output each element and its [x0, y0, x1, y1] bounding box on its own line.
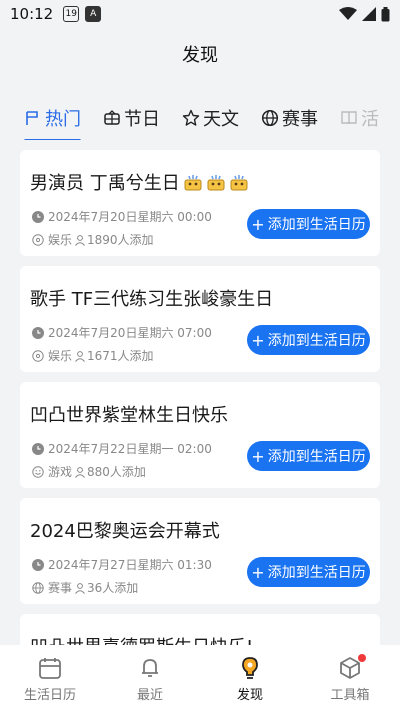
game-smiley-icon [32, 465, 44, 478]
event-datetime: 2024年7月20日星期六 07:00 [48, 326, 212, 340]
user-icon [75, 350, 85, 362]
cake-icon [184, 175, 202, 191]
tab-label: 节日 [124, 109, 160, 130]
clock-icon [32, 326, 44, 339]
event-stats-row: 娱乐 1671人添加 [32, 347, 154, 364]
status-time: 10:12 [10, 5, 54, 23]
add-to-calendar-button[interactable]: + 添加到生活日历 [247, 441, 370, 471]
nav-life-calendar[interactable]: 生活日历 [0, 645, 100, 711]
tab-label: 天文 [203, 109, 239, 130]
nav-label: 最近 [136, 688, 163, 703]
bell-icon [142, 659, 158, 677]
event-card[interactable]: 男演员 丁禹兮生日 2024年7月20日星期六 00:00 娱乐 1890人添加… [20, 150, 380, 256]
event-title-row: 2024巴黎奥运会开幕式 [30, 516, 370, 544]
event-card[interactable]: 歌手 TF三代练习生张峻豪生日 2024年7月20日星期六 07:00 娱乐 1… [20, 266, 380, 372]
event-category: 娱乐 [48, 233, 73, 247]
bulb-icon [242, 657, 258, 679]
wifi-icon [339, 7, 357, 20]
add-to-calendar-button[interactable]: + 添加到生活日历 [247, 557, 370, 587]
nav-label: 工具箱 [330, 688, 370, 703]
event-card[interactable]: 凹凸世界紫堂林生日快乐 2024年7月22日星期一 02:00 游戏 880人添… [20, 382, 380, 488]
add-button-label: 添加到生活日历 [267, 449, 366, 465]
plus-icon: + [251, 446, 265, 466]
lantern-icon [104, 110, 120, 125]
add-button-label: 添加到生活日历 [267, 565, 366, 581]
add-button-label: 添加到生活日历 [267, 333, 366, 349]
event-datetime-row: 2024年7月20日星期六 00:00 [32, 208, 212, 225]
event-card[interactable]: 2024巴黎奥运会开幕式 2024年7月27日星期六 01:30 赛事 36人添… [20, 498, 380, 604]
event-title: 2024巴黎奥运会开幕式 [30, 521, 220, 542]
event-category: 赛事 [48, 581, 73, 595]
clock-icon [32, 558, 44, 571]
event-add-count: 880人添加 [87, 465, 146, 479]
book-icon [341, 111, 357, 125]
event-stats-row: 游戏 880人添加 [32, 463, 146, 480]
entertainment-icon [32, 233, 44, 246]
signal-icon [362, 7, 376, 21]
clock-icon [32, 442, 44, 455]
plus-icon: + [251, 214, 265, 234]
tab-sports[interactable]: 赛事 [261, 100, 318, 136]
nav-toolbox[interactable]: 工具箱 [300, 645, 400, 711]
globe-icon [32, 581, 44, 594]
plus-icon: + [251, 562, 265, 582]
user-icon [75, 466, 85, 478]
event-datetime-row: 2024年7月20日星期六 07:00 [32, 324, 212, 341]
event-add-count: 1890人添加 [87, 233, 154, 247]
page-title: 发现 [182, 45, 218, 66]
event-title-row: 男演员 丁禹兮生日 [30, 168, 370, 196]
app-notification-icon: A [85, 6, 102, 22]
tab-label: 热门 [45, 109, 81, 130]
event-title-row: 歌手 TF三代练习生张峻豪生日 [30, 284, 370, 312]
event-title: 歌手 TF三代练习生张峻豪生日 [30, 289, 274, 310]
tab-label: 赛事 [282, 109, 318, 130]
cake-icon [207, 175, 225, 191]
event-title-row: 凹凸世界紫堂林生日快乐 [30, 400, 370, 428]
event-stats-row: 娱乐 1890人添加 [32, 231, 154, 248]
event-title: 男演员 丁禹兮生日 [30, 173, 180, 194]
event-datetime-row: 2024年7月22日星期一 02:00 [32, 440, 212, 457]
entertainment-icon [32, 349, 44, 362]
nav-label: 生活日历 [23, 688, 76, 703]
event-category: 娱乐 [48, 349, 73, 363]
event-datetime: 2024年7月20日星期六 00:00 [48, 210, 212, 224]
event-list: 男演员 丁禹兮生日 2024年7月20日星期六 00:00 娱乐 1890人添加… [20, 150, 380, 664]
bottom-nav: 生活日历 最近 发现 工具箱 [0, 645, 400, 711]
notification-dot [358, 654, 366, 662]
fire-icon [26, 111, 38, 125]
event-add-count: 1671人添加 [87, 349, 154, 363]
add-button-label: 添加到生活日历 [267, 217, 366, 233]
event-stats-row: 赛事 36人添加 [32, 579, 138, 596]
tab-astronomy[interactable]: 天文 [182, 100, 239, 136]
clock-icon [32, 210, 44, 223]
event-category: 游戏 [48, 465, 73, 479]
plus-icon: + [251, 330, 265, 350]
calendar-icon [39, 658, 61, 679]
event-datetime: 2024年7月27日星期六 01:30 [48, 558, 212, 572]
event-datetime: 2024年7月22日星期一 02:00 [48, 442, 212, 456]
cake-icon [230, 175, 248, 191]
calendar-notification-icon: 19 [63, 6, 80, 22]
star-icon [182, 109, 200, 126]
tab-hot[interactable]: 热门 [24, 100, 81, 140]
nav-label: 发现 [236, 688, 263, 703]
battery-icon [381, 6, 390, 21]
globe-icon [261, 109, 279, 127]
user-icon [75, 234, 85, 246]
tab-label: 活 [361, 109, 379, 130]
status-bar: 10:12 19 A [0, 0, 400, 28]
event-datetime-row: 2024年7月27日星期六 01:30 [32, 556, 212, 573]
nav-discover[interactable]: 发现 [200, 645, 300, 711]
add-to-calendar-button[interactable]: + 添加到生活日历 [247, 325, 370, 355]
tab-festival[interactable]: 节日 [103, 100, 160, 136]
tab-life[interactable]: 活 [340, 100, 379, 136]
nav-recent[interactable]: 最近 [100, 645, 200, 711]
event-add-count: 36人添加 [87, 581, 139, 595]
category-tabs: 热门 节日 天文 赛事 活 [0, 96, 400, 140]
add-to-calendar-button[interactable]: + 添加到生活日历 [247, 209, 370, 239]
user-icon [75, 582, 85, 594]
event-title: 凹凸世界紫堂林生日快乐 [30, 405, 228, 426]
